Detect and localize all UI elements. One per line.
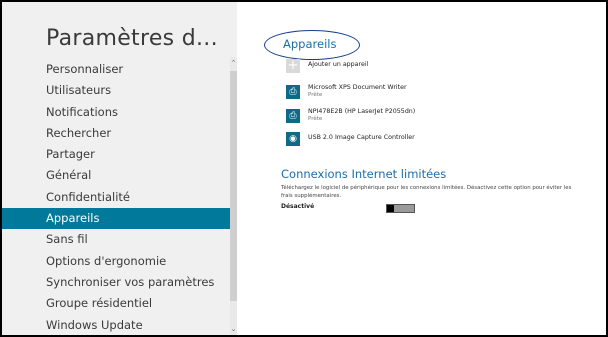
sidebar-item-utilisateurs[interactable]: Utilisateurs — [2, 80, 230, 101]
plus-icon: + — [286, 58, 300, 73]
sidebar-title: Paramètres d... — [46, 26, 218, 51]
metered-section-title: Connexions Internet limitées — [281, 167, 447, 181]
sidebar-nav: Personnaliser Utilisateurs Notifications… — [2, 59, 230, 335]
printer-icon: ⎙ — [286, 85, 300, 99]
webcam-icon: ◉ — [286, 132, 300, 146]
sidebar-item-notifications[interactable]: Notifications — [2, 102, 230, 123]
scroll-thumb[interactable] — [230, 71, 237, 301]
toggle-knob[interactable] — [387, 205, 394, 212]
page-title: Appareils — [283, 37, 337, 51]
sidebar-item-sans-fil[interactable]: Sans fil — [2, 229, 230, 250]
sidebar-item-options-ergonomie[interactable]: Options d'ergonomie — [2, 251, 230, 272]
sidebar-item-appareils[interactable]: Appareils — [2, 208, 230, 230]
sidebar-item-partager[interactable]: Partager — [2, 144, 230, 165]
device-status: Prête — [308, 115, 323, 122]
device-name: NPI478E2B (HP LaserJet P2055dn) — [308, 108, 416, 115]
settings-window: Paramètres d... Personnaliser Utilisateu… — [2, 2, 606, 335]
sidebar-item-windows-update[interactable]: Windows Update — [2, 315, 230, 335]
sidebar: Paramètres d... Personnaliser Utilisateu… — [2, 2, 237, 335]
sidebar-item-confidentialite[interactable]: Confidentialité — [2, 187, 230, 208]
sidebar-item-general[interactable]: Général — [2, 165, 230, 186]
sidebar-scrollbar[interactable]: ⌃ ⌄ — [230, 57, 237, 335]
sidebar-item-synchroniser[interactable]: Synchroniser vos paramètres — [2, 272, 230, 293]
sidebar-item-personnaliser[interactable]: Personnaliser — [2, 59, 230, 80]
metered-toggle[interactable] — [386, 204, 415, 213]
metered-toggle-label: Désactivé — [281, 203, 315, 210]
sidebar-item-groupe-residentiel[interactable]: Groupe résidentiel — [2, 293, 230, 314]
main-panel: Appareils + Ajouter un appareil ⎙ Micros… — [237, 2, 606, 335]
device-status: Prête — [308, 91, 323, 98]
printer-icon: ⎙ — [286, 109, 300, 123]
add-device-label: Ajouter un appareil — [308, 61, 369, 68]
sidebar-item-rechercher[interactable]: Rechercher — [2, 123, 230, 144]
scroll-down-icon[interactable]: ⌄ — [230, 325, 237, 333]
device-name: Microsoft XPS Document Writer — [308, 84, 407, 91]
scroll-up-icon[interactable]: ⌃ — [230, 59, 237, 67]
device-name: USB 2.0 Image Capture Controller — [308, 134, 415, 141]
metered-description: Téléchargez le logiciel de périphérique … — [281, 185, 572, 199]
